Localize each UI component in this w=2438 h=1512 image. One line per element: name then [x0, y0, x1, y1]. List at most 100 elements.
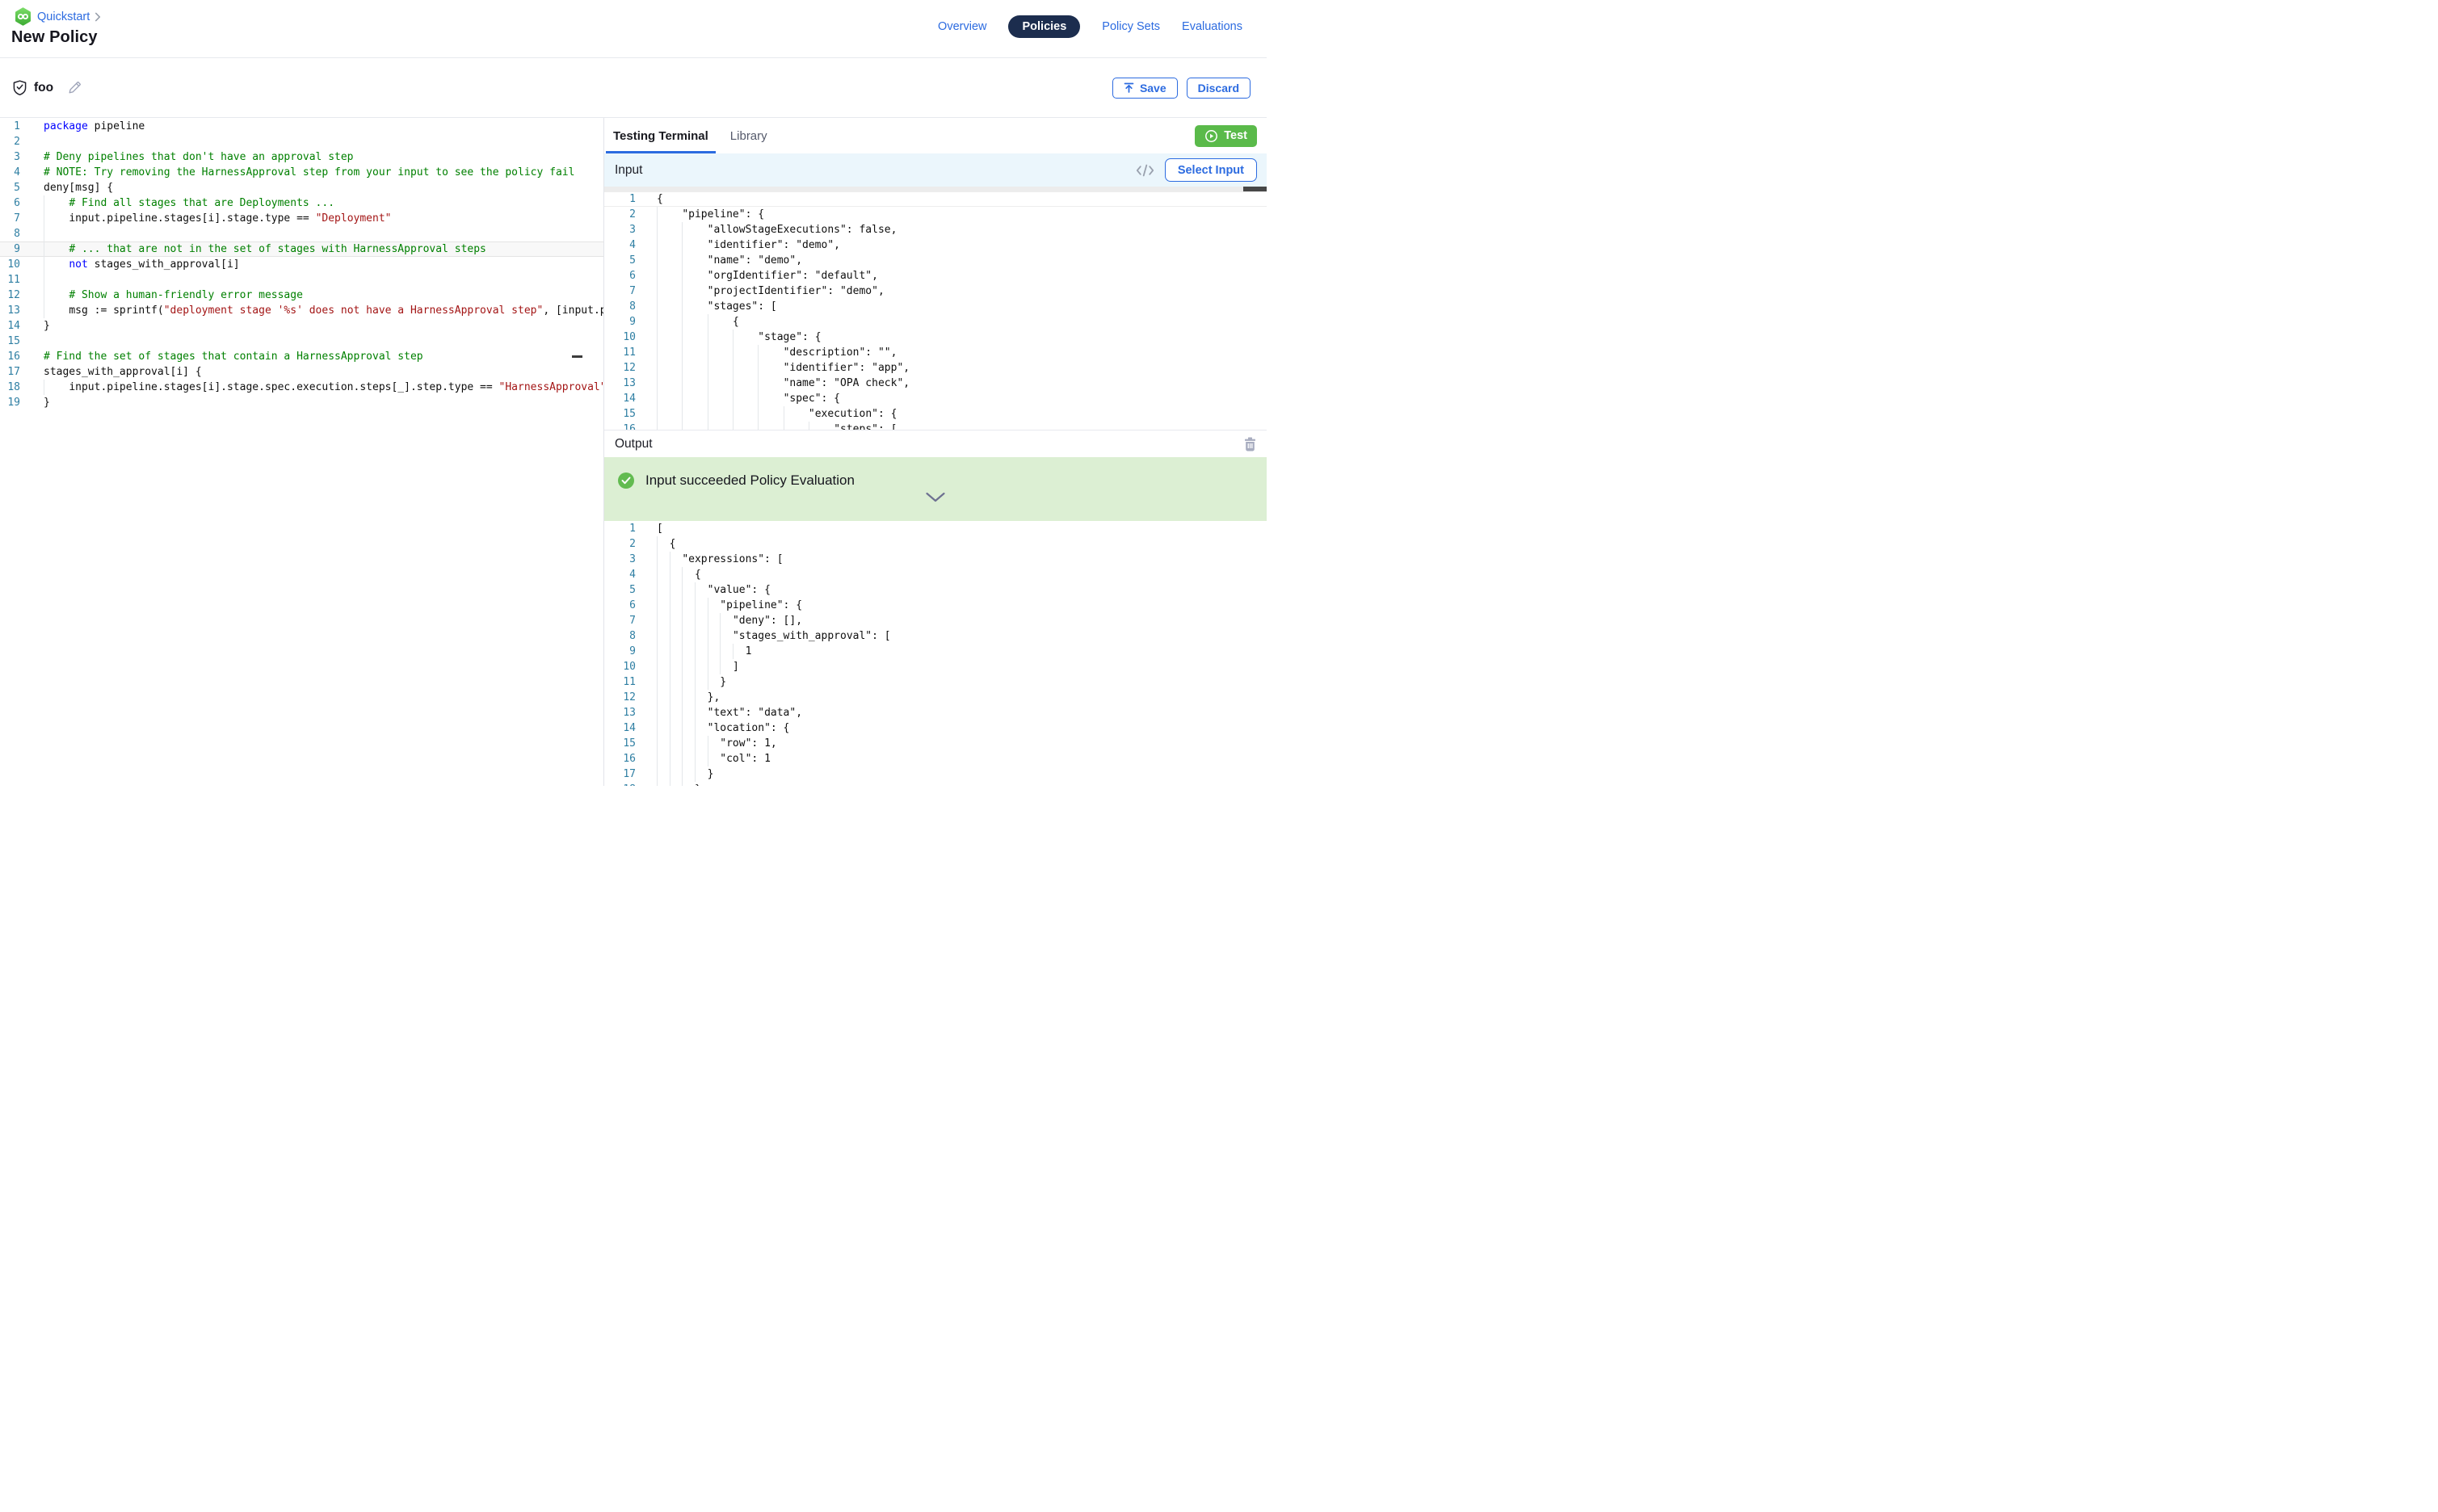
breadcrumb-link-quickstart[interactable]: Quickstart: [37, 10, 90, 23]
code-line: 4 {: [604, 567, 1267, 582]
tab-testing-terminal[interactable]: Testing Terminal: [606, 118, 716, 153]
chevron-right-icon: [95, 12, 101, 22]
code-line: 14}: [0, 318, 603, 334]
code-line: 15 "row": 1,: [604, 736, 1267, 751]
code-line: 11: [0, 272, 603, 288]
code-line: 4# NOTE: Try removing the HarnessApprova…: [0, 165, 603, 180]
code-line: 8: [0, 226, 603, 242]
code-line: 10 ]: [604, 659, 1267, 674]
tab-library-label: Library: [730, 129, 767, 143]
input-section-title: Input: [615, 163, 642, 178]
code-line: 16# Find the set of stages that contain …: [0, 349, 603, 364]
code-line: 1[: [604, 521, 1267, 536]
select-input-button[interactable]: Select Input: [1165, 158, 1257, 182]
output-json-editor[interactable]: 1[2 {3 "expressions": [4 {5 "value": {6 …: [604, 521, 1267, 786]
policy-editor-page: Quickstart New Policy Overview Policies …: [0, 0, 1267, 786]
code-line: 3# Deny pipelines that don't have an app…: [0, 149, 603, 165]
code-line: 6 # Find all stages that are Deployments…: [0, 195, 603, 211]
code-line: 19}: [0, 395, 603, 410]
discard-button[interactable]: Discard: [1187, 78, 1251, 99]
main-split: 1package pipeline23# Deny pipelines that…: [0, 118, 1267, 786]
code-line: 8 "stages": [: [604, 299, 1267, 314]
clear-output-button[interactable]: [1243, 437, 1257, 452]
code-line: 9 1: [604, 644, 1267, 659]
input-json-editor[interactable]: 1{2 "pipeline": {3 "allowStageExecutions…: [604, 191, 1267, 430]
code-line: 1package pipeline: [0, 119, 603, 134]
play-circle-icon: [1204, 129, 1218, 143]
code-line: 10 "stage": {: [604, 330, 1267, 345]
code-line: 5 "name": "demo",: [604, 253, 1267, 268]
code-line: 7 "deny": [],: [604, 613, 1267, 628]
code-line: 6 "pipeline": {: [604, 598, 1267, 613]
code-line: 8 "stages_with_approval": [: [604, 628, 1267, 644]
code-line: 2 {: [604, 536, 1267, 552]
policy-name: foo: [34, 81, 53, 95]
code-line: 5deny[msg] {: [0, 180, 603, 195]
shield-check-icon: [13, 80, 27, 95]
code-line: 13 msg := sprintf("deployment stage '%s'…: [0, 303, 603, 318]
code-line: 5 "value": {: [604, 582, 1267, 598]
save-button[interactable]: Save: [1112, 78, 1178, 99]
code-line: 11 }: [604, 674, 1267, 690]
harness-logo-icon: [14, 7, 32, 26]
code-line: 18 input.pipeline.stages[i].stage.spec.e…: [0, 380, 603, 395]
edit-name-button[interactable]: [67, 80, 82, 95]
tab-library[interactable]: Library: [723, 118, 775, 153]
code-line: 14 "spec": {: [604, 391, 1267, 406]
code-line: 2: [0, 134, 603, 149]
code-line: 17stages_with_approval[i] {: [0, 364, 603, 380]
scrollbar-thumb[interactable]: [1243, 187, 1267, 191]
code-line: 10 not stages_with_approval[i]: [0, 257, 603, 272]
nav-policy-sets[interactable]: Policy Sets: [1102, 20, 1160, 33]
nav-evaluations[interactable]: Evaluations: [1182, 20, 1242, 33]
upload-icon: [1124, 82, 1134, 93]
testing-tabbar: Testing Terminal Library Test: [604, 118, 1267, 153]
code-line: 12 "identifier": "app",: [604, 360, 1267, 376]
chevron-down-icon[interactable]: [925, 492, 946, 503]
code-line: 12 },: [604, 690, 1267, 705]
code-line: 9 {: [604, 314, 1267, 330]
code-line: 13 "text": "data",: [604, 705, 1267, 720]
code-line: 15 "execution": {: [604, 406, 1267, 422]
test-button-label: Test: [1224, 129, 1247, 142]
tab-testing-terminal-label: Testing Terminal: [613, 129, 708, 143]
nav-overview[interactable]: Overview: [938, 20, 986, 33]
pencil-icon: [67, 80, 82, 95]
code-line: 15: [0, 334, 603, 349]
success-check-icon: [618, 472, 634, 489]
code-line: 9 # ... that are not in the set of stage…: [0, 242, 603, 257]
policy-code-editor[interactable]: 1package pipeline23# Deny pipelines that…: [0, 118, 603, 410]
code-line: 3 "expressions": [: [604, 552, 1267, 567]
overview-ruler-marker: [572, 355, 582, 358]
testing-pane: Testing Terminal Library Test Input: [604, 118, 1267, 786]
code-line: 18 }: [604, 782, 1267, 786]
discard-button-label: Discard: [1198, 82, 1239, 94]
input-editor-hscrollbar[interactable]: [604, 187, 1267, 191]
code-line: 1{: [604, 191, 1267, 207]
code-line: 16 "col": 1: [604, 751, 1267, 766]
code-line: 11 "description": "",: [604, 345, 1267, 360]
code-line: 6 "orgIdentifier": "default",: [604, 268, 1267, 284]
code-icon[interactable]: [1136, 164, 1154, 177]
code-line: 12 # Show a human-friendly error message: [0, 288, 603, 303]
policy-code-pane: 1package pipeline23# Deny pipelines that…: [0, 118, 604, 786]
save-button-label: Save: [1140, 82, 1166, 94]
code-line: 4 "identifier": "demo",: [604, 237, 1267, 253]
code-line: 13 "name": "OPA check",: [604, 376, 1267, 391]
code-line: 7 input.pipeline.stages[i].stage.type ==…: [0, 211, 603, 226]
top-nav: Overview Policies Policy Sets Evaluation…: [938, 15, 1242, 38]
code-line: 14 "location": {: [604, 720, 1267, 736]
input-section-header: Input Select Input: [604, 153, 1267, 187]
nav-policies[interactable]: Policies: [1008, 15, 1080, 38]
trash-icon: [1243, 437, 1257, 452]
page-header: Quickstart New Policy Overview Policies …: [0, 0, 1267, 58]
code-line: 17 }: [604, 766, 1267, 782]
test-button[interactable]: Test: [1195, 125, 1257, 147]
code-line: 3 "allowStageExecutions": false,: [604, 222, 1267, 237]
code-line: 2 "pipeline": {: [604, 207, 1267, 222]
output-section-header: Output: [604, 430, 1267, 457]
policy-toolbar: foo Save Discard: [0, 58, 1267, 118]
success-banner-text: Input succeeded Policy Evaluation: [645, 472, 855, 489]
code-line: 16 "steps": [: [604, 422, 1267, 430]
output-section-title: Output: [615, 437, 653, 452]
